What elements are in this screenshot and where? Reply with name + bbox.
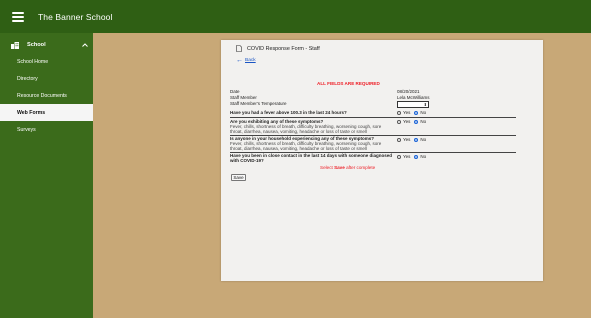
sidebar-item-label: Resource Documents: [17, 92, 67, 99]
form-title: COVID Response Form - Staff: [236, 45, 320, 52]
divider: [230, 117, 516, 118]
symptoms-yes-label: Yes: [403, 119, 411, 124]
sidebar: School School Home Directory Resource Do…: [0, 33, 93, 318]
sidebar-item-surveys[interactable]: Surveys: [0, 121, 93, 138]
save-instruction-pre: Select: [320, 165, 333, 170]
covid-form-card: COVID Response Form - Staff ← Back ALL F…: [221, 40, 543, 281]
staff-value: Lela McWilliams: [397, 95, 430, 100]
required-notice: ALL FIELDS ARE REQUIRED: [317, 81, 380, 86]
app-title: The Banner School: [38, 11, 113, 22]
sidebar-section-school[interactable]: School: [0, 37, 93, 53]
school-building-icon: [11, 41, 19, 49]
temperature-select[interactable]: ⬍: [397, 101, 429, 108]
fever-no-radio[interactable]: [414, 110, 419, 115]
staff-label: Staff Member: [230, 95, 257, 100]
sidebar-section-label: School: [27, 42, 46, 48]
close-contact-yes-radio[interactable]: [397, 154, 401, 159]
symptoms-radio-group: Yes No: [397, 119, 428, 124]
sidebar-item-label: Web Forms: [17, 109, 46, 116]
chevron-up-icon[interactable]: [82, 43, 88, 47]
close-contact-no-label: No: [420, 154, 427, 159]
household-no-label: No: [420, 137, 427, 142]
symptoms-yes-radio[interactable]: [397, 119, 401, 124]
top-app-bar: The Banner School: [0, 0, 591, 33]
close-contact-yes-label: Yes: [403, 154, 411, 159]
question-close-contact-label-2: with COVID-19?: [230, 158, 264, 163]
save-instruction: Select Save after complete: [320, 165, 375, 170]
household-radio-group: Yes No: [397, 137, 428, 142]
back-link[interactable]: ← Back: [236, 57, 256, 64]
save-instruction-em: Save: [334, 165, 345, 170]
arrow-left-icon: ←: [236, 57, 243, 64]
sidebar-item-resource-documents[interactable]: Resource Documents: [0, 87, 93, 104]
save-instruction-post: after complete: [346, 165, 376, 170]
save-button[interactable]: Save: [231, 174, 246, 181]
sidebar-item-label: School Home: [17, 58, 49, 65]
spinner-icon: ⬍: [423, 102, 427, 107]
question-fever-label: Have you had a fever above 100.3 in the …: [230, 110, 347, 115]
document-icon: [236, 45, 242, 52]
fever-yes-label: Yes: [403, 110, 411, 115]
fever-no-label: No: [420, 110, 427, 115]
question-household-detail-2: throat, diarrhea, nausea, vomiting, head…: [230, 146, 367, 151]
form-title-text: COVID Response Form - Staff: [247, 45, 320, 52]
sidebar-item-web-forms[interactable]: Web Forms: [0, 104, 93, 121]
sidebar-item-label: Surveys: [17, 126, 36, 133]
household-yes-label: Yes: [403, 137, 411, 142]
sidebar-item-school-home[interactable]: School Home: [0, 53, 93, 70]
sidebar-item-label: Directory: [17, 75, 38, 82]
household-no-radio[interactable]: [414, 137, 419, 142]
sidebar-item-directory[interactable]: Directory: [0, 70, 93, 87]
date-label: Date: [230, 89, 240, 94]
close-contact-radio-group: Yes No: [397, 154, 428, 159]
back-link-label: Back: [245, 58, 256, 63]
question-symptoms-detail-2: throat, diarrhea, nausea, vomiting, head…: [230, 129, 367, 134]
symptoms-no-radio[interactable]: [414, 119, 419, 124]
fever-yes-radio[interactable]: [397, 110, 401, 115]
symptoms-no-label: No: [420, 119, 427, 124]
fever-radio-group: Yes No: [397, 110, 428, 115]
hamburger-menu-icon[interactable]: [12, 11, 24, 22]
close-contact-no-radio[interactable]: [414, 154, 419, 159]
household-yes-radio[interactable]: [397, 137, 401, 142]
date-value: 08/20/2021: [397, 89, 420, 94]
temperature-label: Staff Member's Temperature: [230, 101, 287, 106]
